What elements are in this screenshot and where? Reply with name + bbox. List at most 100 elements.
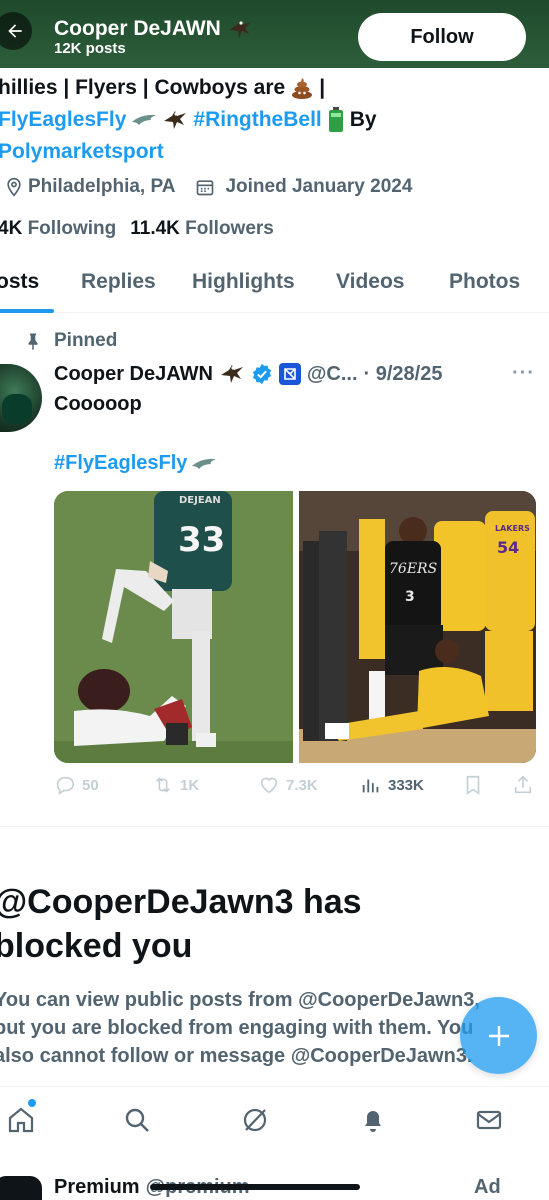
- profile-location: Philadelphia, PA: [28, 176, 176, 197]
- bio-separator: |: [319, 76, 326, 99]
- post-author-avatar[interactable]: [0, 364, 42, 432]
- blocked-notice-body: You can view public posts from @CooperDe…: [0, 989, 480, 1067]
- location-pin-icon: [7, 177, 21, 197]
- following-label: Following: [27, 218, 117, 239]
- tab-highlights[interactable]: Highlights: [192, 270, 295, 294]
- post-more-options-button[interactable]: ···: [512, 362, 535, 385]
- verified-badge-icon: [252, 363, 271, 385]
- tab-posts[interactable]: osts: [0, 270, 39, 294]
- right-jersey-number: 3: [405, 589, 415, 605]
- bottom-navigation: [0, 1086, 549, 1152]
- post-media-grid: 33 DEJEAN 54 LAKERS 76ERS 3: [54, 491, 536, 763]
- views-icon: [362, 779, 379, 793]
- battery-emoji-icon: [328, 107, 343, 132]
- back-arrow-icon: [8, 24, 22, 38]
- header-posts-count: 12K posts: [54, 40, 126, 57]
- reply-button[interactable]: 50: [54, 774, 99, 796]
- bio-mention-polymarket[interactable]: Polymarketsport: [0, 136, 164, 168]
- bookmark-icon: [466, 775, 480, 795]
- home-notification-dot: [28, 1099, 36, 1107]
- post-hashtag[interactable]: #FlyEaglesFly: [54, 452, 187, 475]
- bio-hashtag-flyeaglesfly[interactable]: FlyEaglesFly: [0, 104, 126, 136]
- eagle-emoji-icon: [228, 20, 251, 38]
- views-count: 333K: [388, 776, 424, 794]
- compose-post-button[interactable]: [460, 997, 537, 1074]
- followers-count: 11.4K: [130, 218, 180, 239]
- profile-meta: Philadelphia, PA Joined January 2024: [4, 176, 412, 198]
- eagles-wing-icon: [192, 458, 217, 469]
- home-indicator-bar: [150, 1184, 360, 1190]
- reply-icon: [56, 776, 75, 795]
- left-jersey-number: 33: [178, 520, 225, 560]
- bookmark-button[interactable]: [462, 774, 484, 796]
- profile-joined: Joined January 2024: [225, 176, 413, 197]
- nav-home-button[interactable]: [4, 1103, 38, 1137]
- heart-icon: [260, 777, 278, 794]
- home-icon: [8, 1107, 34, 1133]
- like-count: 7.3K: [286, 776, 318, 794]
- header-name: Cooper DeJAWN: [54, 16, 253, 42]
- views-button[interactable]: 333K: [360, 774, 424, 796]
- post-date[interactable]: · 9/28/25: [364, 363, 443, 386]
- pinned-label: Pinned: [54, 330, 118, 351]
- nav-messages-button[interactable]: [472, 1103, 506, 1137]
- bio-text-teams: hillies | Flyers | Cowboys are: [0, 76, 286, 99]
- right-other-number: 54: [497, 538, 519, 557]
- ad-avatar: [0, 1176, 42, 1200]
- right-other-team: LAKERS: [495, 524, 530, 533]
- repost-count: 1K: [180, 776, 200, 794]
- post-image-right[interactable]: 54 LAKERS 76ERS 3: [299, 491, 536, 763]
- left-jersey-name: DEJEAN: [179, 495, 221, 506]
- calendar-icon: [197, 180, 214, 196]
- reply-count: 50: [82, 776, 99, 794]
- bio-line-2: FlyEaglesFly #RingtheBell By: [0, 104, 549, 136]
- post-author-handle[interactable]: @C...: [307, 363, 358, 386]
- tab-photos[interactable]: Photos: [449, 270, 520, 294]
- blocked-notice-title: @CooperDeJawn3 has blocked you: [0, 883, 362, 965]
- header-name-text: Cooper DeJAWN: [54, 17, 221, 40]
- bio-line-3: Polymarketsport: [0, 136, 549, 168]
- pin-icon: [28, 333, 38, 350]
- nav-notifications-button[interactable]: [356, 1103, 390, 1137]
- mail-icon: [476, 1110, 502, 1130]
- nav-search-button[interactable]: [120, 1103, 154, 1137]
- eagles-wing-icon: [132, 114, 157, 125]
- profile-header-bar: Cooper DeJAWN 12K posts Follow: [0, 0, 549, 68]
- poop-emoji-icon: [292, 78, 313, 99]
- basketball-photo: 54 LAKERS 76ERS 3: [299, 491, 536, 763]
- nav-grok-button[interactable]: [238, 1103, 272, 1137]
- like-button[interactable]: 7.3K: [258, 774, 318, 796]
- post-text: Cooooop: [54, 393, 142, 415]
- active-tab-indicator: [0, 309, 54, 313]
- followers-link[interactable]: 11.4K Followers: [130, 218, 274, 240]
- repost-icon: [155, 777, 171, 793]
- ad-label: Ad: [474, 1176, 501, 1198]
- search-icon: [125, 1108, 149, 1132]
- avatar-figure: [2, 394, 32, 424]
- bio-by-text: By: [349, 108, 377, 131]
- post-image-left[interactable]: 33 DEJEAN: [54, 491, 293, 763]
- grok-icon: [243, 1108, 267, 1132]
- right-jersey-team: 76ERS: [389, 561, 437, 577]
- followers-label: Followers: [185, 218, 274, 239]
- post-author-name[interactable]: Cooper DeJAWN: [54, 363, 213, 386]
- bell-icon: [365, 1111, 381, 1132]
- following-link[interactable]: 4K Following: [0, 218, 116, 240]
- pinned-indicator: Pinned: [24, 330, 117, 352]
- post-divider: [0, 826, 549, 827]
- profile-stats: 4K Following 11.4K Followers: [0, 218, 274, 240]
- football-photo: 33 DEJEAN: [54, 491, 293, 763]
- back-button[interactable]: [0, 12, 32, 50]
- ad-author-name: Premium: [54, 1176, 140, 1198]
- bio-hashtag-ringthebell[interactable]: #RingtheBell: [193, 104, 321, 136]
- tab-videos[interactable]: Videos: [336, 270, 404, 294]
- profile-tabs: osts Replies Highlights Videos Photos: [0, 256, 549, 313]
- eagle-emoji-icon: [164, 111, 187, 129]
- post-header: Cooper DeJAWN @C... · 9/28/25: [54, 361, 442, 387]
- eagle-emoji-icon: [220, 365, 243, 383]
- follow-button[interactable]: Follow: [358, 13, 526, 61]
- tab-replies[interactable]: Replies: [81, 270, 156, 294]
- promoted-post-preview[interactable]: Premium @premium Ad: [0, 1166, 549, 1200]
- share-button[interactable]: [512, 774, 534, 796]
- repost-button[interactable]: 1K: [152, 774, 199, 796]
